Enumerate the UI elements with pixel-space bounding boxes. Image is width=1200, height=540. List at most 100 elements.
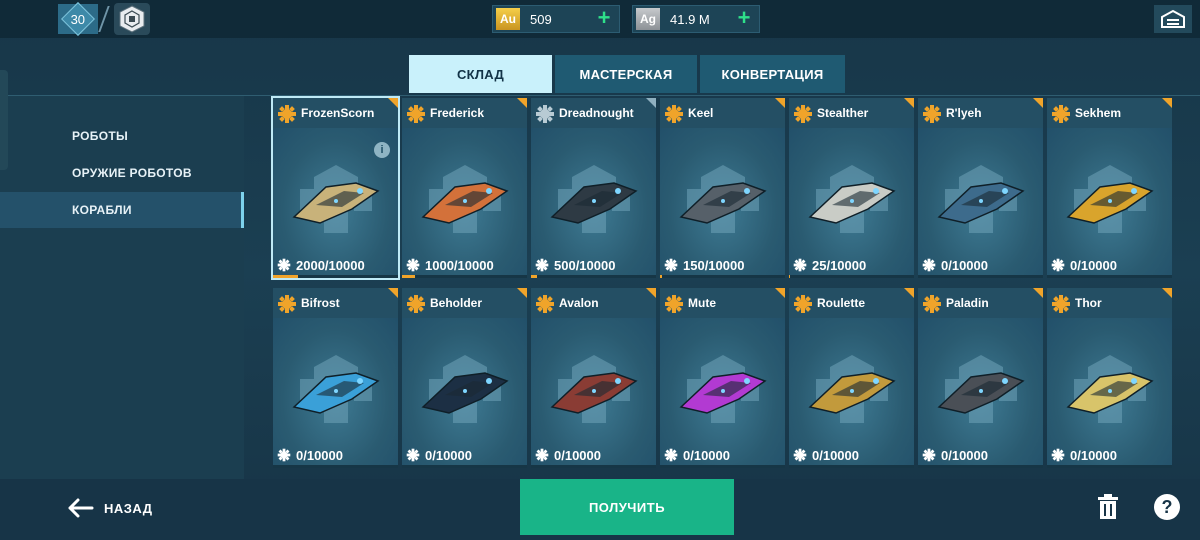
ship-card[interactable]: Paladin 0/10000 <box>918 288 1043 468</box>
info-icon[interactable]: i <box>374 142 390 158</box>
tab-workshop[interactable]: МАСТЕРСКАЯ <box>555 55 697 93</box>
gear-token-icon <box>664 294 684 314</box>
ship-image <box>931 165 1031 235</box>
ship-card[interactable]: Sekhem 0/10000 <box>1047 98 1172 278</box>
get-button[interactable]: ПОЛУЧИТЬ <box>520 479 734 535</box>
rarity-corner <box>904 288 914 298</box>
ship-card-header: Sekhem <box>1047 98 1172 128</box>
ship-image <box>286 355 386 425</box>
gear-token-icon <box>664 104 684 124</box>
component-count: 0/10000 <box>531 447 656 463</box>
ship-name: Dreadnought <box>559 106 634 120</box>
progress-bar <box>918 275 1043 278</box>
progress-bar <box>660 275 785 278</box>
count-value: 0/10000 <box>296 447 343 463</box>
ship-card[interactable]: FrozenScorn 2000/10000 i <box>271 96 400 280</box>
ship-preview <box>402 318 527 468</box>
gear-token-icon <box>1051 294 1071 314</box>
ship-card-header: Stealther <box>789 98 914 128</box>
ship-card[interactable]: Keel 150/10000 <box>660 98 785 278</box>
silver-currency: Ag 41.9 M + <box>632 5 760 33</box>
progress-bar <box>402 275 527 278</box>
ship-name: Stealther <box>817 106 869 120</box>
ship-image <box>802 165 902 235</box>
progress-bar <box>789 275 914 278</box>
ship-preview <box>273 318 398 468</box>
ship-name: Mute <box>688 296 716 310</box>
ship-card-header: Avalon <box>531 288 656 318</box>
tab-storage[interactable]: СКЛАД <box>409 55 552 93</box>
ship-image <box>286 165 386 235</box>
ship-card-header: Keel <box>660 98 785 128</box>
clan-emblem-icon[interactable] <box>114 3 150 35</box>
ship-card[interactable]: Mute 0/10000 <box>660 288 785 468</box>
level-badge[interactable]: 30 <box>58 2 98 36</box>
ship-name: Avalon <box>559 296 599 310</box>
ship-name: Sekhem <box>1075 106 1122 120</box>
component-icon <box>922 258 936 272</box>
rarity-corner <box>1162 288 1172 298</box>
component-count: 0/10000 <box>918 447 1043 463</box>
ship-card[interactable]: Avalon 0/10000 <box>531 288 656 468</box>
gear-token-icon <box>922 104 942 124</box>
ship-card-header: Paladin <box>918 288 1043 318</box>
progress-bar <box>531 465 656 468</box>
ship-card[interactable]: R'lyeh 0/10000 <box>918 98 1043 278</box>
count-value: 0/10000 <box>941 447 988 463</box>
add-gold-button[interactable]: + <box>593 7 615 30</box>
trash-button[interactable] <box>1096 494 1120 520</box>
component-icon <box>535 448 549 462</box>
gold-currency: Au 509 + <box>492 5 620 33</box>
rarity-corner <box>775 98 785 108</box>
rarity-corner <box>517 288 527 298</box>
side-handle[interactable] <box>0 70 8 170</box>
gear-token-icon <box>535 294 555 314</box>
component-count: 0/10000 <box>660 447 785 463</box>
progress-bar <box>531 275 656 278</box>
ship-image <box>544 355 644 425</box>
level-diamond: 30 <box>61 2 95 36</box>
progress-fill <box>402 275 415 278</box>
tabs: СКЛАД МАСТЕРСКАЯ КОНВЕРТАЦИЯ <box>409 55 848 93</box>
component-icon <box>1051 258 1065 272</box>
ship-card[interactable]: Dreadnought 500/10000 <box>531 98 656 278</box>
component-count: 25/10000 <box>789 257 914 273</box>
ship-card[interactable]: Thor 0/10000 <box>1047 288 1172 468</box>
ship-preview <box>918 318 1043 468</box>
ship-card[interactable]: Frederick 1000/10000 <box>402 98 527 278</box>
hangar-button[interactable] <box>1154 5 1192 33</box>
component-icon <box>793 258 807 272</box>
component-count: 0/10000 <box>789 447 914 463</box>
gear-token-icon <box>277 104 297 124</box>
count-value: 0/10000 <box>425 447 472 463</box>
ship-preview <box>402 128 527 278</box>
rarity-corner <box>1033 98 1043 108</box>
progress-bar <box>1047 465 1172 468</box>
category-robots[interactable]: РОБОТЫ <box>0 118 244 154</box>
category-robot-weapons[interactable]: ОРУЖИЕ РОБОТОВ <box>0 155 244 191</box>
progress-bar <box>1047 275 1172 278</box>
component-count: 0/10000 <box>402 447 527 463</box>
progress-fill <box>273 275 298 278</box>
progress-bar <box>789 465 914 468</box>
component-count: 0/10000 <box>273 447 398 463</box>
component-count: 500/10000 <box>531 257 656 273</box>
ship-card[interactable]: Roulette 0/10000 <box>789 288 914 468</box>
category-ships[interactable]: КОРАБЛИ <box>0 192 244 228</box>
rarity-corner <box>646 288 656 298</box>
gold-amount: 509 <box>530 11 552 27</box>
tab-conversion[interactable]: КОНВЕРТАЦИЯ <box>700 55 845 93</box>
add-silver-button[interactable]: + <box>733 7 755 30</box>
divider <box>98 6 110 32</box>
ship-card[interactable]: Bifrost 0/10000 <box>273 288 398 468</box>
back-button[interactable]: НАЗАД <box>66 495 153 521</box>
count-value: 1000/10000 <box>425 257 494 273</box>
ship-card[interactable]: Stealther 25/10000 <box>789 98 914 278</box>
ship-card[interactable]: Beholder 0/10000 <box>402 288 527 468</box>
gear-token-icon <box>277 294 297 314</box>
count-value: 0/10000 <box>683 447 730 463</box>
ship-preview <box>789 318 914 468</box>
rarity-corner <box>388 288 398 298</box>
back-label: НАЗАД <box>104 500 153 516</box>
help-button[interactable]: ? <box>1154 494 1180 520</box>
